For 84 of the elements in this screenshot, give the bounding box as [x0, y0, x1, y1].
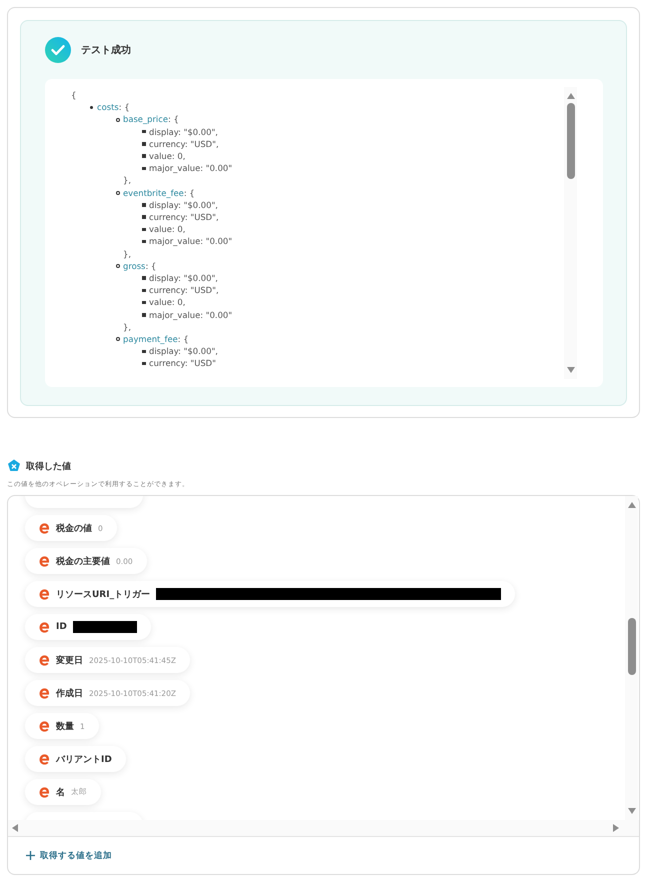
code-line: : {	[168, 113, 179, 126]
code-key: costs	[97, 101, 119, 114]
scroll-down-icon[interactable]	[566, 367, 574, 373]
code-line: value: 0,	[149, 223, 186, 236]
bullet-icon	[116, 264, 120, 268]
e-logo-icon	[39, 622, 50, 632]
code-line: currency: "USD",	[149, 211, 219, 224]
scrollbar-thumb[interactable]	[628, 618, 636, 675]
code-line: : {	[145, 260, 156, 272]
value-label: 作成日	[56, 687, 83, 700]
bullet-icon	[142, 362, 146, 366]
code-key: eventbrite_fee	[123, 186, 184, 199]
scroll-up-icon[interactable]	[628, 502, 636, 508]
bullet-icon	[142, 154, 146, 158]
value-chip[interactable]: ID	[25, 614, 151, 640]
scroll-down-icon[interactable]	[628, 808, 636, 814]
code-line: },	[122, 174, 131, 187]
value-chip[interactable]: バリアントID	[25, 746, 126, 772]
e-logo-icon	[39, 556, 50, 566]
e-logo-icon	[39, 688, 50, 698]
scroll-right-icon[interactable]	[613, 824, 619, 832]
value-label: ID	[56, 622, 67, 632]
bullet-icon	[142, 130, 146, 134]
code-line: },	[122, 248, 131, 260]
plus-icon	[26, 851, 35, 860]
bullet-icon	[116, 337, 120, 342]
bullet-icon	[142, 288, 146, 292]
e-logo-icon	[39, 588, 50, 600]
bullet-icon	[142, 313, 146, 316]
code-key: gross	[123, 260, 146, 272]
bullet-icon	[116, 190, 120, 195]
value-label: 税金の主要値	[56, 555, 110, 568]
bullet-icon	[116, 118, 120, 122]
value-label: 変更日	[56, 654, 83, 666]
bullet-icon	[142, 203, 146, 207]
code-line: major_value: "0.00"	[149, 235, 232, 248]
value-label: リソースURI_トリガー	[56, 588, 150, 600]
add-value-button[interactable]: 取得する値を追加	[26, 850, 112, 862]
code-line: : {	[178, 333, 189, 346]
code-line: },	[122, 320, 131, 334]
bullet-icon	[142, 240, 146, 244]
code-line: currency: "USD",	[149, 284, 219, 296]
code-line: major_value: "0.00"	[149, 308, 232, 321]
bullet-icon	[142, 215, 146, 219]
code-key: base_price	[123, 113, 168, 126]
code-line: : {	[118, 101, 130, 114]
scroll-left-icon[interactable]	[12, 824, 18, 832]
value-label: 税金の値	[56, 522, 92, 534]
code-line: display: "$0.00",	[149, 272, 218, 284]
code-line: {	[71, 89, 76, 102]
code-line: currency: "USD"	[149, 357, 216, 370]
bullet-icon	[142, 350, 146, 354]
bullet-icon	[142, 166, 146, 170]
code-line: display: "$0.00",	[149, 126, 218, 138]
scrollbar[interactable]	[564, 87, 577, 379]
bullet-icon	[142, 228, 146, 232]
bullet-icon	[142, 276, 146, 280]
code-line: display: "$0.00",	[149, 345, 218, 358]
bullet-icon	[142, 142, 146, 146]
value-label: バリアントID	[56, 754, 112, 766]
value-chip[interactable]: リソースURI_トリガー	[25, 581, 516, 607]
code-line: : {	[184, 186, 195, 199]
bullet-icon	[142, 300, 146, 304]
value-label: 数量	[56, 720, 74, 732]
check-icon	[45, 37, 71, 63]
redaction-bar	[72, 621, 137, 633]
scrollbar-thumb[interactable]	[566, 103, 574, 179]
scrollbar[interactable]	[625, 496, 638, 820]
e-logo-icon	[39, 654, 50, 666]
result-title: テスト成功	[81, 44, 131, 57]
code-line: currency: "USD",	[149, 138, 219, 150]
code-key: payment_fee	[123, 333, 178, 346]
code-line: display: "$0.00",	[149, 198, 218, 212]
variable-icon	[7, 459, 21, 473]
e-logo-icon	[39, 522, 50, 534]
e-logo-icon	[39, 720, 50, 732]
code-line: major_value: "0.00"	[149, 162, 232, 174]
code-line: value: 0,	[149, 296, 186, 309]
code-line: value: 0,	[149, 150, 186, 162]
bullet-icon	[90, 106, 93, 109]
section-title: 取得した値	[26, 460, 71, 472]
e-logo-icon	[39, 786, 50, 798]
e-logo-icon	[39, 754, 50, 764]
value-label: 名	[56, 786, 65, 798]
